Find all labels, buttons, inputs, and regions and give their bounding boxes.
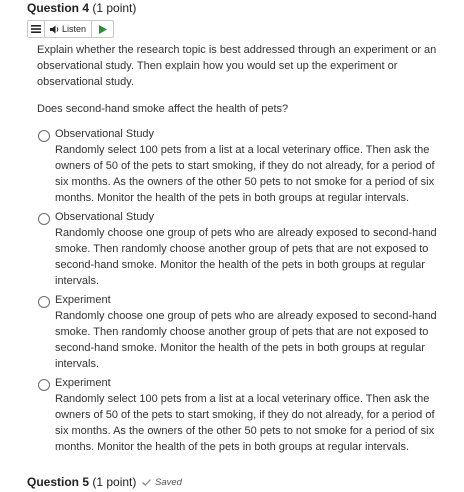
hamburger-menu-icon <box>31 25 41 33</box>
question-4-points: (1 point) <box>92 1 137 15</box>
option-title: Observational Study <box>55 128 155 140</box>
radio-button[interactable] <box>38 296 50 308</box>
radio-button[interactable] <box>38 379 50 391</box>
option-body: Randomly select 100 pets from a list at … <box>55 144 435 204</box>
question-4-header: Question 4 (1 point) <box>27 1 136 15</box>
listen-button[interactable]: Listen <box>45 21 92 37</box>
question-5-header: Question 5 (1 point) <box>27 475 136 489</box>
listen-label: Listen <box>61 24 87 34</box>
option-body: Randomly select 100 pets from a list at … <box>55 393 435 453</box>
option-body: Randomly choose one group of pets who ar… <box>55 310 437 370</box>
play-button[interactable] <box>92 21 113 37</box>
question-text: Does second-hand smoke affect the health… <box>37 103 289 115</box>
option-title: Observational Study <box>55 211 155 223</box>
speaker-icon <box>49 25 59 33</box>
menu-button[interactable] <box>28 21 45 37</box>
checkmark-icon <box>142 479 151 486</box>
option-body: Randomly choose one group of pets who ar… <box>55 227 437 287</box>
radio-button[interactable] <box>38 130 50 142</box>
text-to-speech-toolbar: Listen <box>27 20 114 38</box>
option-title: Experiment <box>55 377 111 389</box>
saved-label: Saved <box>155 477 182 488</box>
saved-status: Saved <box>142 477 182 488</box>
question-prompt: Explain whether the research topic is be… <box>37 44 437 88</box>
question-4-title: Question 4 <box>27 1 90 15</box>
radio-button[interactable] <box>38 213 50 225</box>
option-title: Experiment <box>55 294 111 306</box>
question-5-title: Question 5 <box>27 475 90 489</box>
play-icon <box>98 24 107 34</box>
question-5-points: (1 point) <box>92 475 137 489</box>
